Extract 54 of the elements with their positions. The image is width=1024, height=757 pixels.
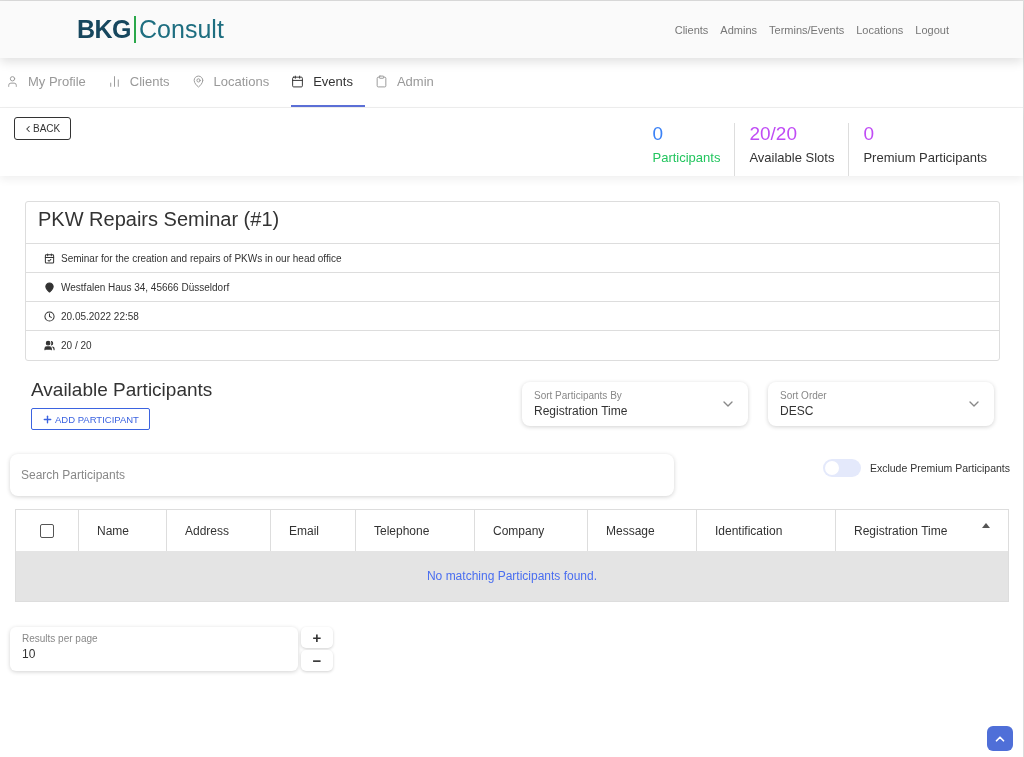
event-title: PKW Repairs Seminar (#1) — [26, 202, 999, 244]
nav-link[interactable]: Admins — [720, 23, 758, 36]
toggle-switch[interactable] — [822, 459, 861, 477]
column-header[interactable]: Telephone — [374, 523, 430, 538]
increment-button[interactable]: + — [301, 627, 333, 648]
stat-label: Participants — [652, 150, 721, 165]
event-detail: 20 / 20 — [61, 340, 92, 351]
column-header[interactable]: Message — [606, 523, 655, 538]
nav-link[interactable]: Termins/Events — [769, 23, 845, 36]
column-header[interactable]: Name — [97, 523, 129, 538]
decrement-button[interactable]: − — [301, 650, 333, 671]
stat-value: 0 — [863, 123, 876, 145]
event-detail: Westfalen Haus 34, 45666 Düsseldorf — [61, 281, 230, 293]
chevron-left-icon — [23, 123, 33, 134]
column-header[interactable]: Identification — [715, 523, 783, 538]
sort-select[interactable]: Sort Order DESC — [768, 382, 994, 426]
event-detail: Seminar for the creation and repairs of PKWs in our head office — [61, 252, 342, 264]
add-participant-button[interactable]: ADD PARTICIPANT — [31, 408, 150, 430]
column-header[interactable]: Email — [289, 523, 319, 538]
stat-value: 20/20 — [749, 123, 798, 145]
search-field[interactable]: Search Participants — [10, 454, 674, 496]
nav-link[interactable]: Locations — [856, 23, 904, 36]
map-pin-icon — [191, 75, 205, 88]
clock-icon — [44, 310, 55, 322]
sort-select[interactable]: Sort Participants By Registration Time — [522, 382, 748, 426]
logo-divider — [134, 16, 137, 43]
plus-icon — [42, 413, 53, 425]
stat-label: Available Slots — [749, 150, 835, 165]
clipboard-icon — [374, 75, 388, 88]
column-header[interactable]: Registration Time — [854, 523, 948, 538]
tab[interactable]: Events — [291, 58, 365, 107]
calendar-icon — [291, 75, 305, 88]
scroll-top-button[interactable] — [987, 726, 1013, 751]
people-icon — [44, 340, 55, 351]
column-header[interactable]: Company — [493, 523, 545, 538]
sort-arrow-icon — [982, 523, 990, 528]
event-detail: 20.05.2022 22:58 — [61, 310, 139, 322]
stat-label: Premium Participants — [863, 150, 987, 165]
logo-text: Consult — [139, 15, 224, 44]
column-header[interactable]: Address — [185, 523, 230, 538]
checkbox[interactable] — [40, 523, 54, 538]
calendar-check-icon — [44, 252, 55, 264]
stat-value: 0 — [652, 123, 665, 145]
empty-message: No matching Participants found. — [426, 569, 598, 583]
toggle-label: Exclude Premium Participants — [869, 462, 1010, 474]
nav-link[interactable]: Clients — [674, 23, 709, 36]
map-pin-icon — [44, 281, 55, 293]
back-button[interactable]: BACK — [14, 117, 72, 140]
results-per-page-field[interactable]: Results per page 10 — [10, 627, 298, 671]
user-icon — [6, 75, 19, 88]
nav-link[interactable]: Logout — [915, 23, 949, 36]
bar-chart-icon — [107, 75, 121, 88]
logo-text: BKG — [77, 15, 132, 44]
section-heading: Available Participants — [31, 379, 213, 401]
